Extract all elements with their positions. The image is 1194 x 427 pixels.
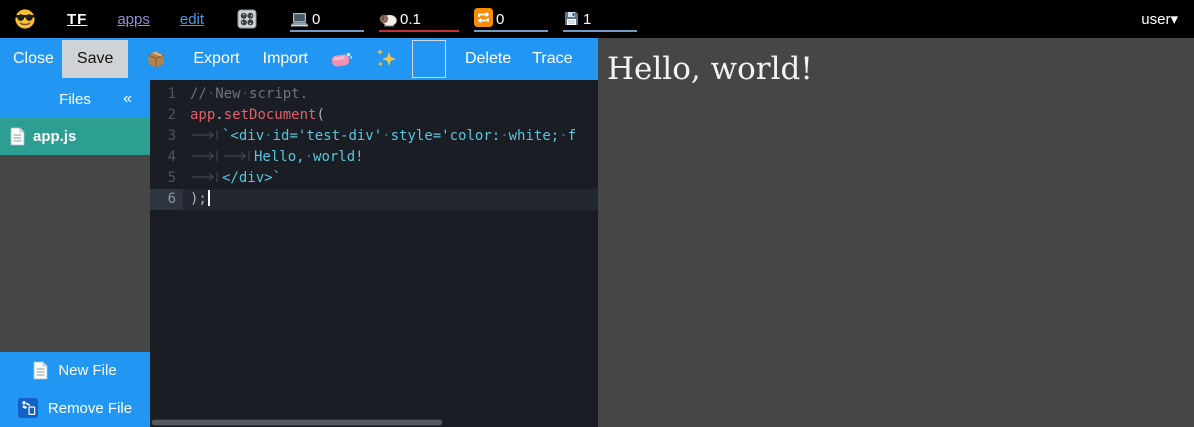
- stat-value: 0: [312, 12, 320, 27]
- brand-link[interactable]: TF: [67, 11, 87, 28]
- horizontal-scrollbar-thumb[interactable]: [152, 420, 442, 425]
- code-line[interactable]: 1//·New·script.: [150, 84, 598, 105]
- smiley-sunglasses-icon: [14, 8, 36, 30]
- code-line[interactable]: 3`<div·id='test-div'·style='color:·white…: [150, 126, 598, 147]
- new-file-icon: [33, 361, 48, 380]
- tab-arrow-icon: [222, 150, 253, 162]
- trace-button[interactable]: Trace: [532, 50, 572, 68]
- delete-button[interactable]: Delete: [465, 50, 511, 68]
- editor-toolbar: Close Save Export Import Delete Trace: [0, 38, 598, 80]
- new-file-button[interactable]: New File: [0, 352, 150, 389]
- floppy-icon: [563, 10, 580, 27]
- blank-toolbar-box[interactable]: [412, 40, 446, 78]
- stat-value: 0: [496, 12, 504, 27]
- new-file-label: New File: [58, 362, 116, 379]
- line-content: //·New·script.: [183, 84, 598, 105]
- line-content: </div>`: [183, 168, 598, 189]
- sparkles-button[interactable]: [375, 48, 398, 70]
- files-header: Files «: [0, 80, 150, 118]
- whitespace-dot: ·: [264, 128, 272, 144]
- control-knobs-icon: [237, 9, 257, 29]
- stat-field-floppy[interactable]: 1: [563, 6, 637, 32]
- close-button[interactable]: Close: [13, 50, 54, 68]
- remove-file-button[interactable]: Remove File: [0, 389, 150, 427]
- nav-apps-link[interactable]: apps: [117, 11, 150, 28]
- control-knobs-button[interactable]: [237, 9, 257, 29]
- save-button[interactable]: Save: [62, 40, 128, 78]
- stat-value: 1: [583, 12, 591, 27]
- user-menu[interactable]: user▾: [1141, 10, 1178, 28]
- preview-heading: Hello, world!: [607, 51, 1194, 87]
- stat-value: 0.1: [400, 12, 421, 27]
- line-number: 1: [150, 84, 183, 105]
- stat-field-hamster[interactable]: 0.1: [379, 6, 459, 32]
- collapse-sidebar-button[interactable]: «: [119, 80, 136, 118]
- file-name: app.js: [33, 128, 76, 145]
- line-content: `<div·id='test-div'·style='color:·white;…: [183, 126, 598, 147]
- code-line[interactable]: 5</div>`: [150, 168, 598, 189]
- line-content: );: [183, 189, 598, 210]
- line-content: app.setDocument(: [183, 105, 598, 126]
- soap-icon: [331, 51, 353, 68]
- tab-arrow-icon: [190, 150, 221, 162]
- line-number: 6: [150, 189, 183, 210]
- hamster-icon: [379, 12, 397, 27]
- stat-field-repeat[interactable]: 0: [474, 6, 548, 32]
- text-cursor: [208, 190, 210, 206]
- line-number: 5: [150, 168, 183, 189]
- litter-bin-icon: [18, 398, 38, 418]
- remove-file-label: Remove File: [48, 400, 132, 417]
- files-title: Files: [59, 91, 91, 108]
- logo-button[interactable]: [14, 8, 36, 30]
- line-content: Hello,·world!: [183, 147, 598, 168]
- line-number: 2: [150, 105, 183, 126]
- document-icon: [10, 127, 25, 146]
- code-lines: 1//·New·script.2app.setDocument(3`<div·i…: [150, 80, 598, 210]
- sidebar-filler: [0, 155, 150, 352]
- stat-field-laptop[interactable]: 0: [290, 6, 364, 32]
- code-editor[interactable]: 1//·New·script.2app.setDocument(3`<div·i…: [150, 80, 598, 427]
- topbar: TF apps edit 0: [0, 0, 1194, 38]
- whitespace-dot: ·: [241, 86, 249, 102]
- whitespace-dot: ·: [559, 128, 567, 144]
- whitespace-dot: ·: [500, 128, 508, 144]
- code-line[interactable]: 4Hello,·world!: [150, 147, 598, 168]
- files-sidebar: Files « app.js New File: [0, 80, 150, 427]
- preview-panel: Hello, world!: [598, 38, 1194, 427]
- line-number: 4: [150, 147, 183, 168]
- sparkles-icon: [375, 48, 398, 70]
- import-button[interactable]: Import: [263, 50, 308, 68]
- nav-edit-link[interactable]: edit: [180, 11, 204, 28]
- tab-arrow-icon: [190, 129, 221, 141]
- package-button[interactable]: [146, 49, 166, 69]
- file-item-appjs[interactable]: app.js: [0, 118, 150, 155]
- whitespace-dot: ·: [207, 86, 215, 102]
- whitespace-dot: ·: [382, 128, 390, 144]
- export-button[interactable]: Export: [193, 50, 239, 68]
- laptop-icon: [290, 12, 309, 27]
- whitespace-dot: ·: [305, 149, 313, 165]
- repeat-icon: [474, 8, 493, 27]
- soap-button[interactable]: [331, 51, 353, 68]
- tab-arrow-icon: [190, 171, 221, 183]
- code-line[interactable]: 6);: [150, 189, 598, 210]
- line-number: 3: [150, 126, 183, 147]
- package-icon: [146, 49, 166, 69]
- code-line[interactable]: 2app.setDocument(: [150, 105, 598, 126]
